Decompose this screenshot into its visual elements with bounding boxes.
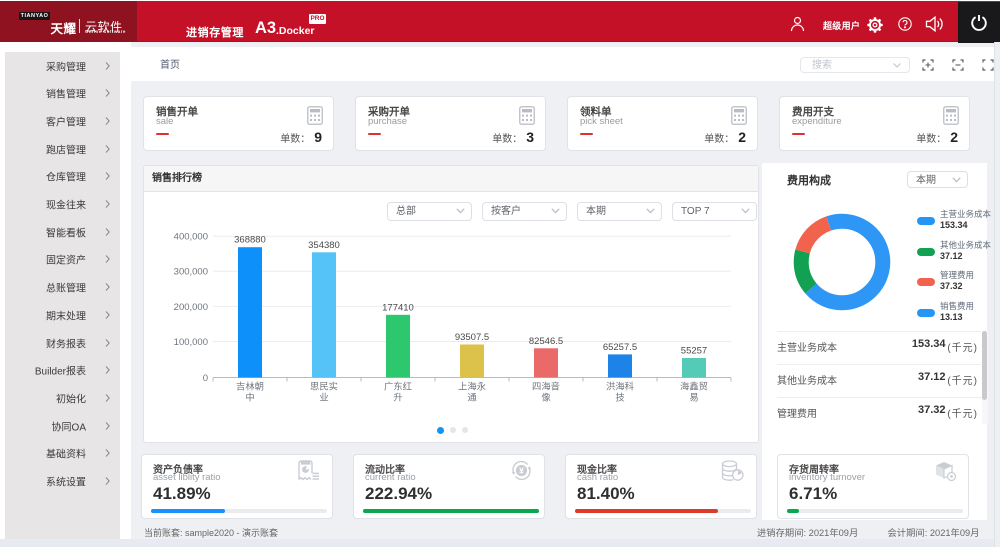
svg-text:368880: 368880 <box>234 235 266 246</box>
svg-text:0: 0 <box>203 373 208 384</box>
svg-text:65257.5: 65257.5 <box>603 342 637 353</box>
svg-text:洪海科: 洪海科 <box>606 381 634 392</box>
svg-text:354380: 354380 <box>308 240 340 251</box>
svg-text:82546.5: 82546.5 <box>529 336 563 347</box>
svg-text:思民实: 思民实 <box>310 381 338 392</box>
svg-text:业: 业 <box>319 393 328 403</box>
svg-text:通: 通 <box>467 393 476 403</box>
svg-text:200,000: 200,000 <box>174 302 208 313</box>
svg-text:上海永: 上海永 <box>458 381 486 392</box>
svg-text:100,000: 100,000 <box>174 337 208 348</box>
svg-text:¥: ¥ <box>519 465 524 475</box>
svg-text:易: 易 <box>689 393 698 403</box>
svg-text:55257: 55257 <box>681 346 707 357</box>
svg-text:广东红: 广东红 <box>384 381 412 392</box>
svg-text:中: 中 <box>245 392 254 403</box>
svg-text:93507.5: 93507.5 <box>455 332 489 343</box>
svg-text:400,000: 400,000 <box>174 232 208 243</box>
svg-text:像: 像 <box>541 392 550 403</box>
svg-text:技: 技 <box>615 392 624 403</box>
svg-text:吉林朝: 吉林朝 <box>236 381 264 392</box>
svg-text:四海音: 四海音 <box>532 381 560 392</box>
svg-text:300,000: 300,000 <box>174 267 208 278</box>
svg-text:升: 升 <box>393 393 402 403</box>
svg-text:177410: 177410 <box>382 302 414 313</box>
svg-text:海鑫贸: 海鑫贸 <box>680 381 708 392</box>
